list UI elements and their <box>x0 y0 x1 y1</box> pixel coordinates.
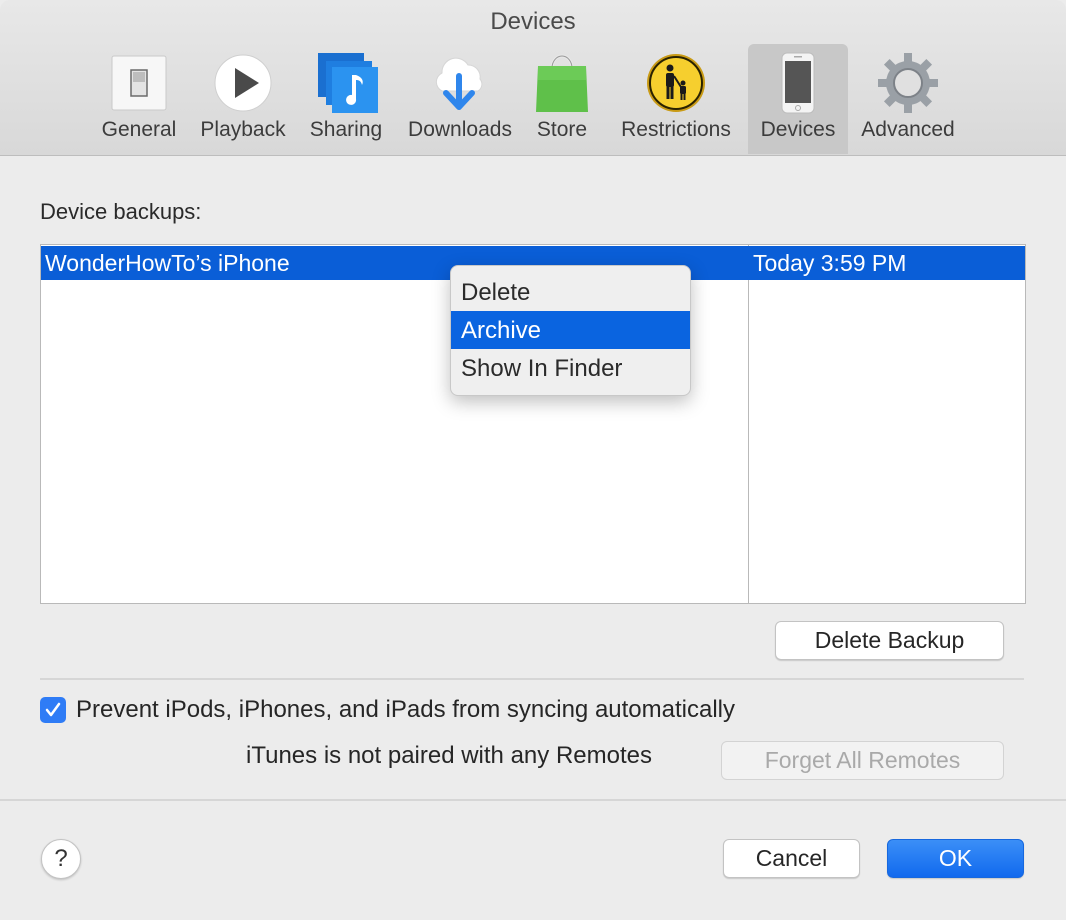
tab-devices[interactable]: Devices <box>748 44 848 154</box>
menu-item-label: Show In Finder <box>461 355 623 382</box>
cancel-button[interactable]: Cancel <box>723 839 860 878</box>
divider <box>40 678 1024 680</box>
delete-backup-button[interactable]: Delete Backup <box>775 621 1004 660</box>
prevent-sync-checkbox[interactable] <box>40 697 66 723</box>
tab-label: Advanced <box>861 118 955 141</box>
menu-item-delete[interactable]: Delete <box>451 273 690 311</box>
tab-sharing[interactable]: Sharing <box>304 44 388 154</box>
prevent-sync-label[interactable]: Prevent iPods, iPhones, and iPads from s… <box>76 696 735 724</box>
remotes-status: iTunes is not paired with any Remotes <box>246 742 652 769</box>
tab-advanced[interactable]: Advanced <box>854 44 962 154</box>
ok-button[interactable]: OK <box>887 839 1024 878</box>
window-title: Devices <box>490 8 576 35</box>
forget-all-remotes-button[interactable]: Forget All Remotes <box>721 741 1004 780</box>
cloud-download-icon <box>425 48 495 118</box>
tab-store[interactable]: Store <box>528 44 596 154</box>
tab-restrictions[interactable]: Restrictions <box>610 44 742 154</box>
help-button[interactable]: ? <box>41 839 81 879</box>
tab-label: General <box>101 118 177 141</box>
menu-item-show-in-finder[interactable]: Show In Finder <box>451 349 690 387</box>
divider <box>0 799 1066 801</box>
switch-icon <box>104 48 174 118</box>
tab-downloads[interactable]: Downloads <box>400 44 520 154</box>
help-icon: ? <box>54 845 68 872</box>
play-icon <box>208 48 278 118</box>
music-sharing-icon <box>311 48 381 118</box>
preferences-window: Devices General Playback Sharing Downloa… <box>0 0 1066 920</box>
tab-label: Restrictions <box>621 118 731 141</box>
shopping-bag-icon <box>527 48 597 118</box>
iphone-icon <box>763 48 833 118</box>
menu-item-label: Delete <box>461 279 531 306</box>
column-divider[interactable] <box>748 245 749 603</box>
tab-label: Downloads <box>408 118 512 141</box>
menu-item-archive[interactable]: Archive <box>451 311 690 349</box>
tab-label: Sharing <box>309 118 383 141</box>
context-menu: Delete Archive Show In Finder <box>450 265 691 396</box>
parental-icon <box>641 48 711 118</box>
backup-date: Today 3:59 PM <box>753 250 907 276</box>
tab-general[interactable]: General <box>96 44 182 154</box>
toolbar: Devices General Playback Sharing Downloa… <box>0 0 1066 156</box>
tab-label: Playback <box>200 118 286 141</box>
device-backups-label: Device backups: <box>40 199 202 224</box>
tab-label: Store <box>536 118 588 141</box>
tab-playback[interactable]: Playback <box>196 44 290 154</box>
gear-icon <box>873 48 943 118</box>
checkmark-icon <box>45 702 61 717</box>
menu-item-label: Archive <box>461 317 542 344</box>
tab-label: Devices <box>760 118 836 141</box>
backup-device-name: WonderHowTo’s iPhone <box>45 250 290 276</box>
